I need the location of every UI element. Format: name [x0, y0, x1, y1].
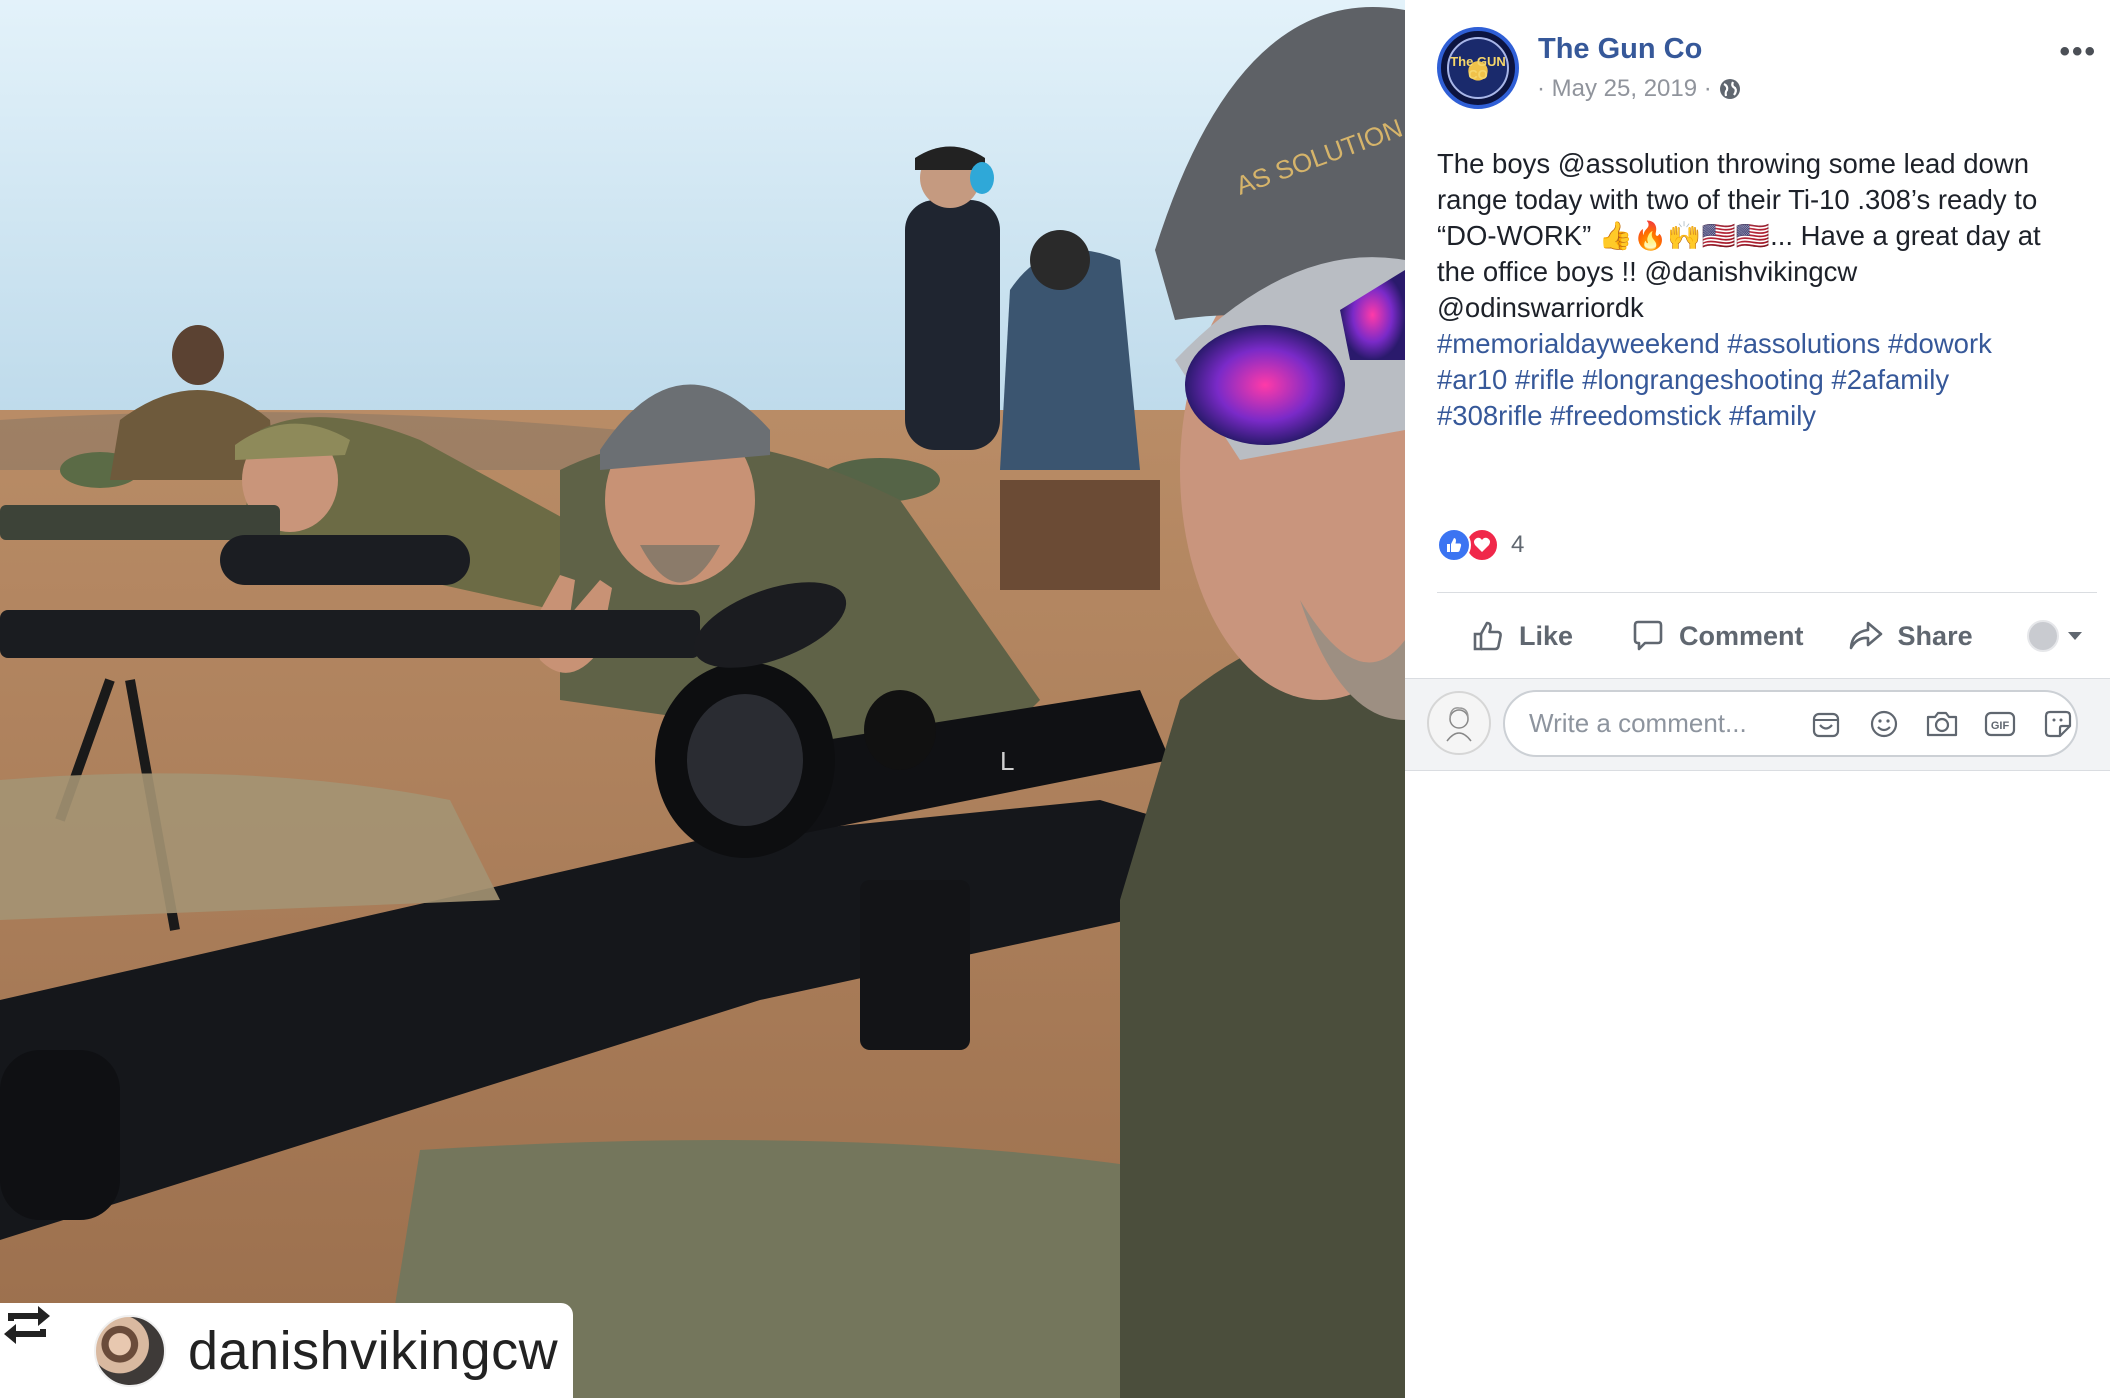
- page-logo-icon: The GUN CO: [1447, 37, 1509, 99]
- globe-icon[interactable]: [1718, 77, 1742, 101]
- share-label: Share: [1897, 620, 1973, 651]
- page-logo-text: The GUN CO: [1450, 54, 1506, 82]
- page-name[interactable]: The Gun Co: [1538, 33, 1702, 66]
- audience-avatar: [2027, 620, 2059, 652]
- post-photo[interactable]: L AS SOLUTION danishvikingcw: [0, 0, 1405, 1398]
- comment-input[interactable]: [1529, 708, 1809, 739]
- caption-line: “DO-WORK” 👍🔥🙌🇺🇸🇺🇸... Have a great day at: [1437, 220, 2041, 251]
- caption-line: the office boys !! @danishvikingcw: [1437, 256, 1858, 287]
- comment-label: Comment: [1679, 620, 1804, 651]
- range-scene: L AS SOLUTION: [0, 0, 1405, 1398]
- reaction-count: 4: [1511, 531, 1525, 558]
- repost-username[interactable]: danishvikingcw: [188, 1320, 558, 1382]
- post-meta: · May 25, 2019 ·: [1537, 75, 1742, 103]
- page-avatar[interactable]: The GUN CO: [1437, 27, 1519, 109]
- reactions-summary[interactable]: 4: [1437, 528, 1524, 562]
- like-icon: [1437, 528, 1471, 562]
- share-button[interactable]: Share: [1848, 619, 1973, 653]
- caption-line: range today with two of their Ti-10 .308…: [1437, 184, 2038, 215]
- comment-icon: [1633, 620, 1663, 651]
- repost-avatar: [94, 1314, 166, 1387]
- caption-line: @odinswarriordk: [1437, 292, 1644, 323]
- hashtag-line[interactable]: #memorialdayweekend #assolutions #dowork: [1437, 326, 2097, 362]
- gif-icon[interactable]: GIF: [1983, 707, 2017, 741]
- camera-icon[interactable]: [1925, 707, 1959, 741]
- more-options-button[interactable]: •••: [2059, 35, 2097, 69]
- post-actions: Like Comment Share: [1437, 606, 2097, 666]
- caption-line: The boys @assolution throwing some lead …: [1437, 148, 2029, 179]
- like-label: Like: [1519, 620, 1574, 651]
- post-caption: The boys @assolution throwing some lead …: [1437, 146, 2097, 434]
- emoji-icon[interactable]: [1867, 707, 1901, 741]
- post-header: The GUN CO The Gun Co · May 25, 2019 · •…: [1437, 27, 2097, 113]
- sticker-face-icon[interactable]: [2041, 707, 2075, 741]
- hashtag-line[interactable]: #ar10 #rifle #longrangeshooting #2afamil…: [1437, 362, 2097, 398]
- comment-composer: GIF: [1405, 679, 2110, 771]
- chevron-down-icon: [2068, 632, 2082, 640]
- divider: [1437, 592, 2097, 593]
- sticker-icon[interactable]: [1809, 707, 1843, 741]
- like-button[interactable]: Like: [1471, 619, 1573, 653]
- comment-field[interactable]: GIF: [1503, 690, 2078, 757]
- post-date[interactable]: · May 25, 2019 ·: [1537, 75, 1712, 103]
- share-as-selector[interactable]: [2027, 620, 2083, 652]
- hashtag-line[interactable]: #308rifle #freedomstick #family: [1437, 398, 2097, 434]
- comment-button[interactable]: Comment: [1631, 619, 1804, 653]
- svg-text:GIF: GIF: [1991, 720, 2010, 732]
- comment-tools: GIF: [1809, 707, 2075, 741]
- repost-banner[interactable]: danishvikingcw: [0, 1303, 573, 1398]
- scope-brand: L: [1000, 746, 1014, 776]
- repost-icon: [4, 1306, 76, 1376]
- post-sidebar: The GUN CO The Gun Co · May 25, 2019 · •…: [1405, 0, 2110, 1398]
- share-icon: [1849, 621, 1882, 650]
- thumbs-up-icon: [1473, 621, 1502, 651]
- user-avatar: [1427, 691, 1491, 755]
